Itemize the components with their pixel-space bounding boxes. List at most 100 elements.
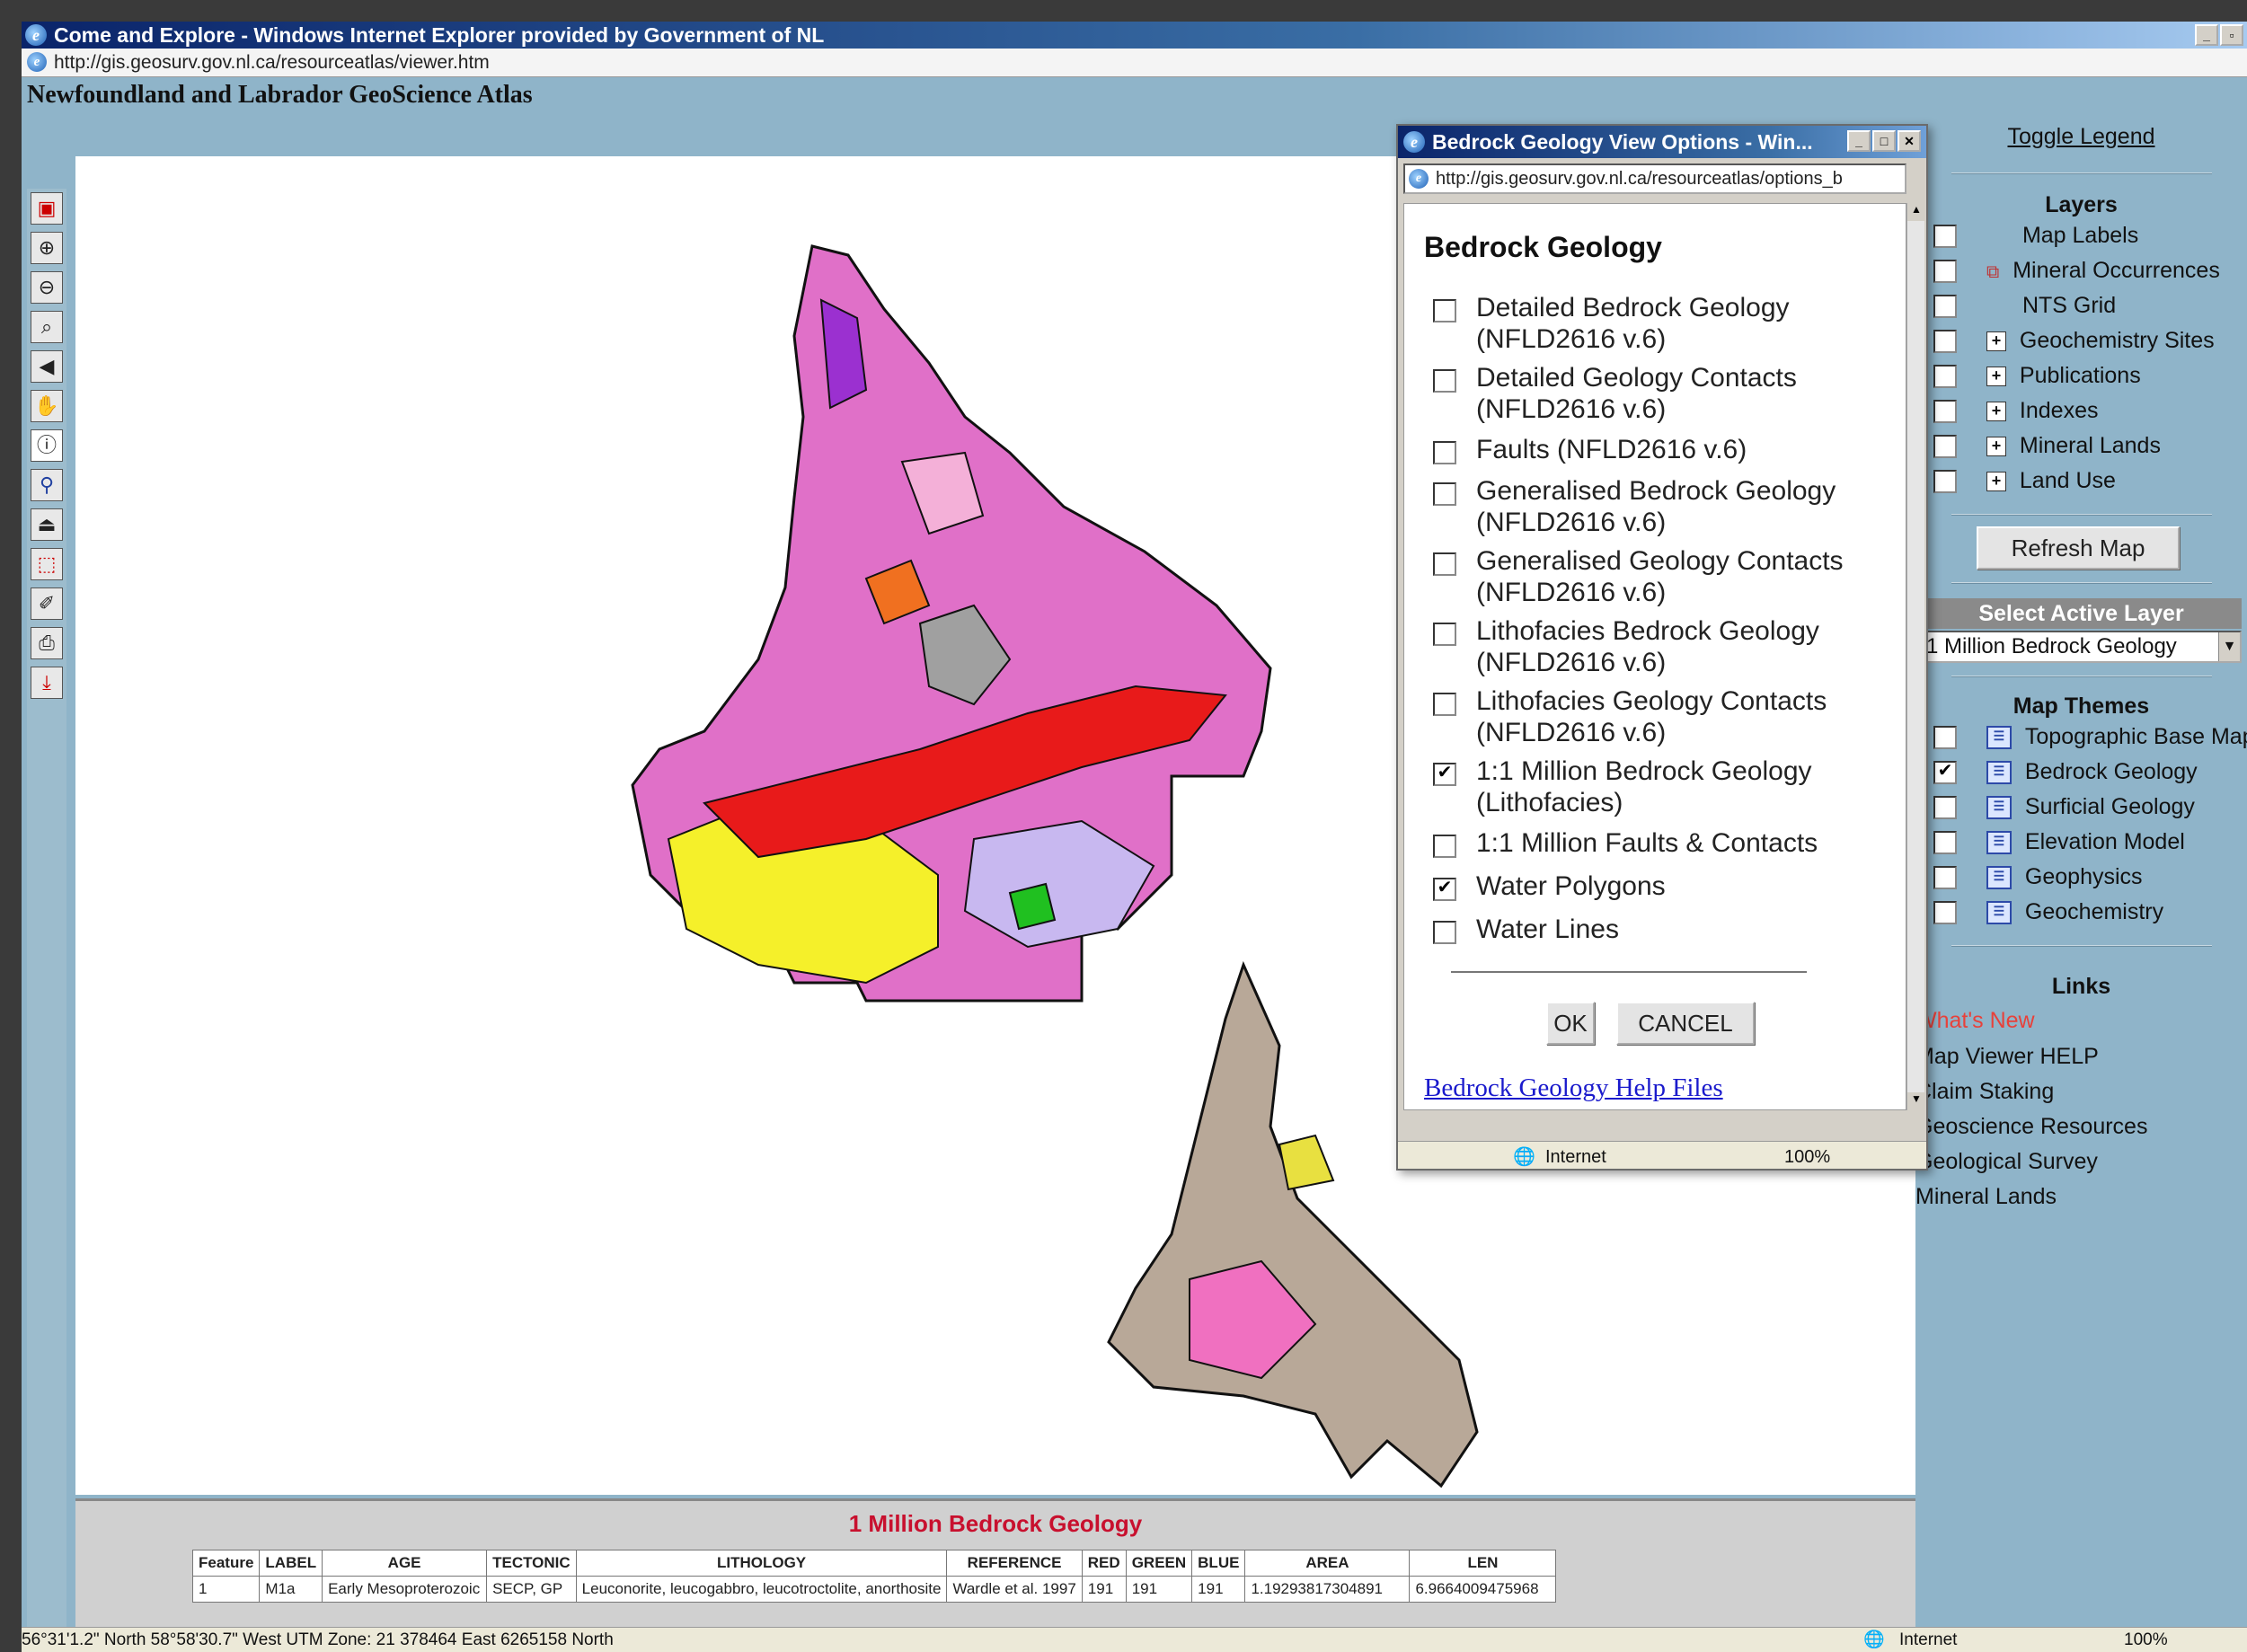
option-lithofacies-contacts[interactable]: Lithofacies Geology Contacts (NFLD2616 v… — [1433, 685, 1882, 748]
expand-plus-icon[interactable]: + — [1986, 472, 2006, 492]
option-lithofacies-bedrock[interactable]: Lithofacies Bedrock Geology (NFLD2616 v.… — [1433, 615, 1882, 678]
link-geoscience-resources[interactable]: Geoscience Resources — [1915, 1114, 2147, 1140]
option-checkbox[interactable] — [1433, 441, 1456, 464]
layer-row-mineral-lands[interactable]: + Mineral Lands — [1933, 433, 2161, 464]
layer-checkbox[interactable] — [1933, 225, 1957, 249]
option-checkbox[interactable] — [1433, 693, 1456, 716]
theme-checkbox[interactable] — [1933, 796, 1957, 820]
layer-label: Land Use — [2019, 468, 2116, 493]
theme-label: Geophysics — [2024, 864, 2143, 889]
option-checkbox-checked[interactable]: ✔ — [1433, 878, 1456, 901]
expand-plus-icon[interactable]: + — [1986, 367, 2006, 387]
theme-checkbox[interactable] — [1933, 831, 1957, 855]
status-bar: 56°31'1.2" North 58°58'30.7" West UTM Zo… — [22, 1627, 2247, 1652]
option-checkbox[interactable] — [1433, 482, 1456, 506]
full-extent-icon[interactable]: ▣ — [31, 192, 63, 225]
layer-row-geochemistry-sites[interactable]: + Geochemistry Sites — [1933, 328, 2215, 358]
layer-checkbox[interactable] — [1933, 470, 1957, 494]
layer-checkbox[interactable] — [1933, 260, 1957, 284]
layer-row-nts-grid[interactable]: NTS Grid — [1933, 293, 2116, 323]
clear-eraser-icon[interactable]: ✐ — [31, 587, 63, 620]
theme-checkbox-checked[interactable]: ✔ — [1933, 761, 1957, 785]
pan-hand-icon[interactable]: ✋ — [31, 390, 63, 422]
back-arrow-icon[interactable]: ◀ — [31, 350, 63, 383]
theme-checkbox[interactable] — [1933, 901, 1957, 925]
layer-checkbox[interactable] — [1933, 435, 1957, 459]
option-faults[interactable]: Faults (NFLD2616 v.6) — [1433, 434, 1882, 465]
option-generalised-contacts[interactable]: Generalised Geology Contacts (NFLD2616 v… — [1433, 545, 1882, 608]
address-url: http://gis.geosurv.gov.nl.ca/resourceatl… — [54, 52, 490, 73]
scroll-down-icon[interactable]: ▼ — [1907, 1092, 1925, 1110]
dialog-zoom-level[interactable]: 100% — [1784, 1142, 1830, 1169]
theme-checkbox[interactable] — [1933, 726, 1957, 750]
link-map-viewer-help[interactable]: Map Viewer HELP — [1915, 1044, 2099, 1070]
layer-checkbox[interactable] — [1933, 330, 1957, 354]
layer-row-indexes[interactable]: + Indexes — [1933, 398, 2098, 428]
refresh-map-button[interactable]: Refresh Map — [1977, 526, 2180, 570]
print-icon[interactable]: ⎙ — [31, 627, 63, 659]
expand-plus-icon[interactable]: + — [1986, 331, 2006, 352]
option-water-lines[interactable]: Water Lines — [1433, 914, 1882, 945]
layer-checkbox[interactable] — [1933, 400, 1957, 424]
option-detailed-contacts[interactable]: Detailed Geology Contacts (NFLD2616 v.6) — [1433, 362, 1882, 425]
option-checkbox-checked[interactable]: ✔ — [1433, 763, 1456, 786]
active-layer-select[interactable]: 1 Million Bedrock Geology ▼ — [1921, 631, 2242, 663]
option-water-polygons[interactable]: ✔ Water Polygons — [1433, 870, 1882, 902]
link-claim-staking[interactable]: Claim Staking — [1915, 1079, 2054, 1105]
theme-row-geophysics[interactable]: ☰ Geophysics — [1933, 864, 2143, 895]
expand-plus-icon[interactable]: + — [1986, 437, 2006, 457]
theme-row-topographic[interactable]: ☰ Topographic Base Map — [1933, 724, 2247, 755]
option-detailed-bedrock[interactable]: Detailed Bedrock Geology (NFLD2616 v.6) — [1433, 292, 1882, 355]
measure-icon[interactable]: ⏏ — [31, 508, 63, 541]
layer-row-land-use[interactable]: + Land Use — [1933, 468, 2116, 499]
option-checkbox[interactable] — [1433, 835, 1456, 858]
option-checkbox[interactable] — [1433, 921, 1456, 944]
theme-icon: ☰ — [1986, 761, 2012, 785]
address-bar[interactable]: e http://gis.geosurv.gov.nl.ca/resourcea… — [22, 49, 2247, 77]
toggle-legend-link[interactable]: Toggle Legend — [1915, 124, 2247, 150]
theme-checkbox[interactable] — [1933, 866, 1957, 890]
theme-row-bedrock[interactable]: ✔ ☰ Bedrock Geology — [1933, 759, 2198, 790]
dialog-scrollbar[interactable]: ▲ ▼ — [1906, 203, 1925, 1110]
zoom-extent-icon[interactable]: ⌕ — [31, 311, 63, 343]
cancel-button[interactable]: CANCEL — [1616, 1002, 1755, 1045]
ok-button[interactable]: OK — [1546, 1002, 1595, 1045]
layer-checkbox[interactable] — [1933, 295, 1957, 319]
theme-row-geochemistry[interactable]: ☰ Geochemistry — [1933, 899, 2163, 930]
help-files-link[interactable]: Bedrock Geology Help Files — [1424, 1073, 1723, 1103]
theme-row-elevation[interactable]: ☰ Elevation Model — [1933, 829, 2185, 860]
scroll-up-icon[interactable]: ▲ — [1907, 203, 1925, 221]
chevron-down-icon[interactable]: ▼ — [2218, 632, 2240, 661]
cell: 1 — [191, 1576, 261, 1603]
identify-info-icon[interactable]: ⓘ — [31, 429, 63, 462]
option-checkbox[interactable] — [1433, 299, 1456, 322]
option-generalised-bedrock[interactable]: Generalised Bedrock Geology (NFLD2616 v.… — [1433, 475, 1882, 538]
layer-row-publications[interactable]: + Publications — [1933, 363, 2141, 393]
zoom-level[interactable]: 100% — [2124, 1628, 2168, 1652]
layer-row-map-labels[interactable]: Map Labels — [1933, 223, 2138, 253]
expand-plus-icon[interactable]: + — [1986, 402, 2006, 422]
dialog-address-bar[interactable]: e http://gis.geosurv.gov.nl.ca/resourcea… — [1403, 163, 1906, 194]
maximize-button[interactable]: □ — [1872, 130, 1896, 152]
close-icon[interactable]: ✕ — [1898, 130, 1921, 152]
minimize-button[interactable]: _ — [1847, 130, 1871, 152]
link-mineral-lands[interactable]: Mineral Lands — [1915, 1184, 2057, 1210]
maximize-button[interactable]: ▫ — [2220, 24, 2243, 46]
option-checkbox[interactable] — [1433, 369, 1456, 393]
zoom-in-icon[interactable]: ⊕ — [31, 232, 63, 264]
layer-checkbox[interactable] — [1933, 365, 1957, 389]
theme-row-surficial[interactable]: ☰ Surficial Geology — [1933, 794, 2195, 825]
link-geological-survey[interactable]: Geological Survey — [1915, 1149, 2098, 1175]
window-title: Come and Explore - Windows Internet Expl… — [54, 23, 825, 47]
zoom-out-icon[interactable]: ⊖ — [31, 271, 63, 304]
find-binoculars-icon[interactable]: ⚲ — [31, 469, 63, 501]
option-million-bedrock[interactable]: ✔ 1:1 Million Bedrock Geology (Lithofaci… — [1433, 755, 1882, 818]
select-icon[interactable]: ⬚ — [31, 548, 63, 580]
layer-row-mineral-occurrences[interactable]: ⧉ Mineral Occurrences — [1933, 258, 2220, 288]
option-checkbox[interactable] — [1433, 552, 1456, 576]
option-million-faults[interactable]: 1:1 Million Faults & Contacts — [1433, 827, 1882, 859]
link-whats-new[interactable]: What's New — [1915, 1008, 2035, 1034]
minimize-button[interactable]: _ — [2195, 24, 2218, 46]
option-checkbox[interactable] — [1433, 623, 1456, 646]
download-icon[interactable]: ⤓ — [31, 667, 63, 699]
